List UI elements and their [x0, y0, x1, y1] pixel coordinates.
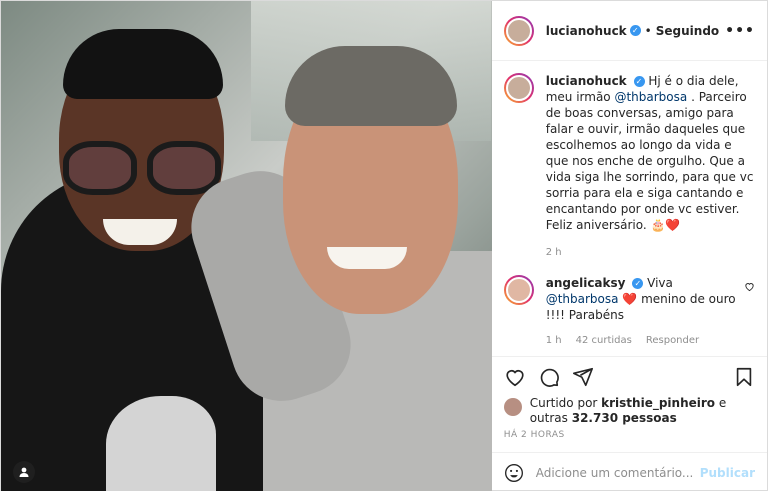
comment-mention-link[interactable]: @thbarbosa: [546, 292, 619, 306]
tag-user-icon[interactable]: [13, 461, 35, 483]
post-sidebar: lucianohuck ✓ • Seguindo ••• lucianohuck…: [491, 1, 767, 491]
comment-item: angelicaksy ✓ Viva @thbarbosa ❤️ menino …: [503, 275, 755, 349]
comment-input[interactable]: Adicione um comentário...: [536, 466, 700, 480]
likes-count-link[interactable]: 32.730 pessoas: [572, 411, 677, 425]
author-username[interactable]: lucianohuck: [546, 24, 627, 38]
post-header: lucianohuck ✓ • Seguindo •••: [491, 1, 767, 61]
bookmark-icon[interactable]: [733, 366, 755, 388]
action-bar: [491, 356, 767, 396]
caption-body: lucianohuck ✓ Hj é o dia dele, meu irmão…: [546, 73, 755, 261]
publish-button[interactable]: Publicar: [700, 466, 755, 480]
comment-likes[interactable]: 42 curtidas: [576, 333, 632, 349]
emoji-icon[interactable]: [504, 463, 524, 483]
comment-meta: 1 h 42 curtidas Responder: [546, 333, 744, 349]
comment-like-heart-icon[interactable]: [744, 281, 755, 292]
liker-avatar[interactable]: [503, 398, 522, 416]
more-options-icon[interactable]: •••: [725, 23, 755, 39]
comment-text-start: Viva: [643, 276, 673, 290]
verified-icon: ✓: [633, 76, 645, 87]
author-avatar[interactable]: [503, 15, 534, 46]
comment-time[interactable]: 1 h: [546, 333, 562, 349]
heart-icon[interactable]: [504, 366, 526, 388]
follow-button[interactable]: Seguindo: [656, 24, 719, 38]
comments-section: lucianohuck ✓ Hj é o dia dele, meu irmão…: [492, 61, 767, 356]
photo-person-left-hair: [63, 29, 223, 99]
liked-by-prefix: Curtido por: [529, 396, 602, 410]
share-icon[interactable]: [572, 366, 594, 388]
comment-icon[interactable]: [538, 366, 560, 388]
reply-button[interactable]: Responder: [646, 333, 699, 349]
photo-shirt-print: [106, 396, 216, 491]
caption-mention-link[interactable]: @thbarbosa: [614, 90, 687, 104]
caption-text-end: . Parceiro de boas conversas, amigo para…: [545, 90, 754, 232]
caption: lucianohuck ✓ Hj é o dia dele, meu irmão…: [503, 73, 755, 261]
photo-person-right-smile: [327, 247, 407, 269]
photo-person-right-hair: [285, 46, 457, 126]
caption-avatar[interactable]: [503, 73, 534, 103]
liker-username[interactable]: kristhie_pinheiro: [601, 396, 715, 410]
caption-time[interactable]: 2 h: [546, 245, 755, 261]
verified-icon: ✓: [629, 25, 641, 36]
liked-by: Curtido por kristhie_pinheiro e outras 3…: [492, 396, 767, 430]
commenter-username[interactable]: angelicaksy: [546, 276, 626, 290]
header-names: lucianohuck ✓ • Seguindo: [546, 24, 725, 38]
liked-by-text: Curtido por kristhie_pinheiro e outras 3…: [530, 396, 755, 426]
comment-body: angelicaksy ✓ Viva @thbarbosa ❤️ menino …: [546, 275, 744, 349]
separator-dot: •: [644, 23, 652, 38]
add-comment-bar: Adicione um comentário... Publicar: [491, 452, 767, 491]
post-time[interactable]: HÁ 2 HORAS: [492, 430, 767, 452]
post: lucianohuck ✓ • Seguindo ••• lucianohuck…: [0, 0, 768, 491]
photo-glasses: [63, 141, 223, 199]
verified-icon: ✓: [632, 278, 644, 289]
caption-username[interactable]: lucianohuck: [546, 74, 627, 88]
post-photo[interactable]: [1, 1, 492, 491]
commenter-avatar[interactable]: [503, 275, 534, 305]
